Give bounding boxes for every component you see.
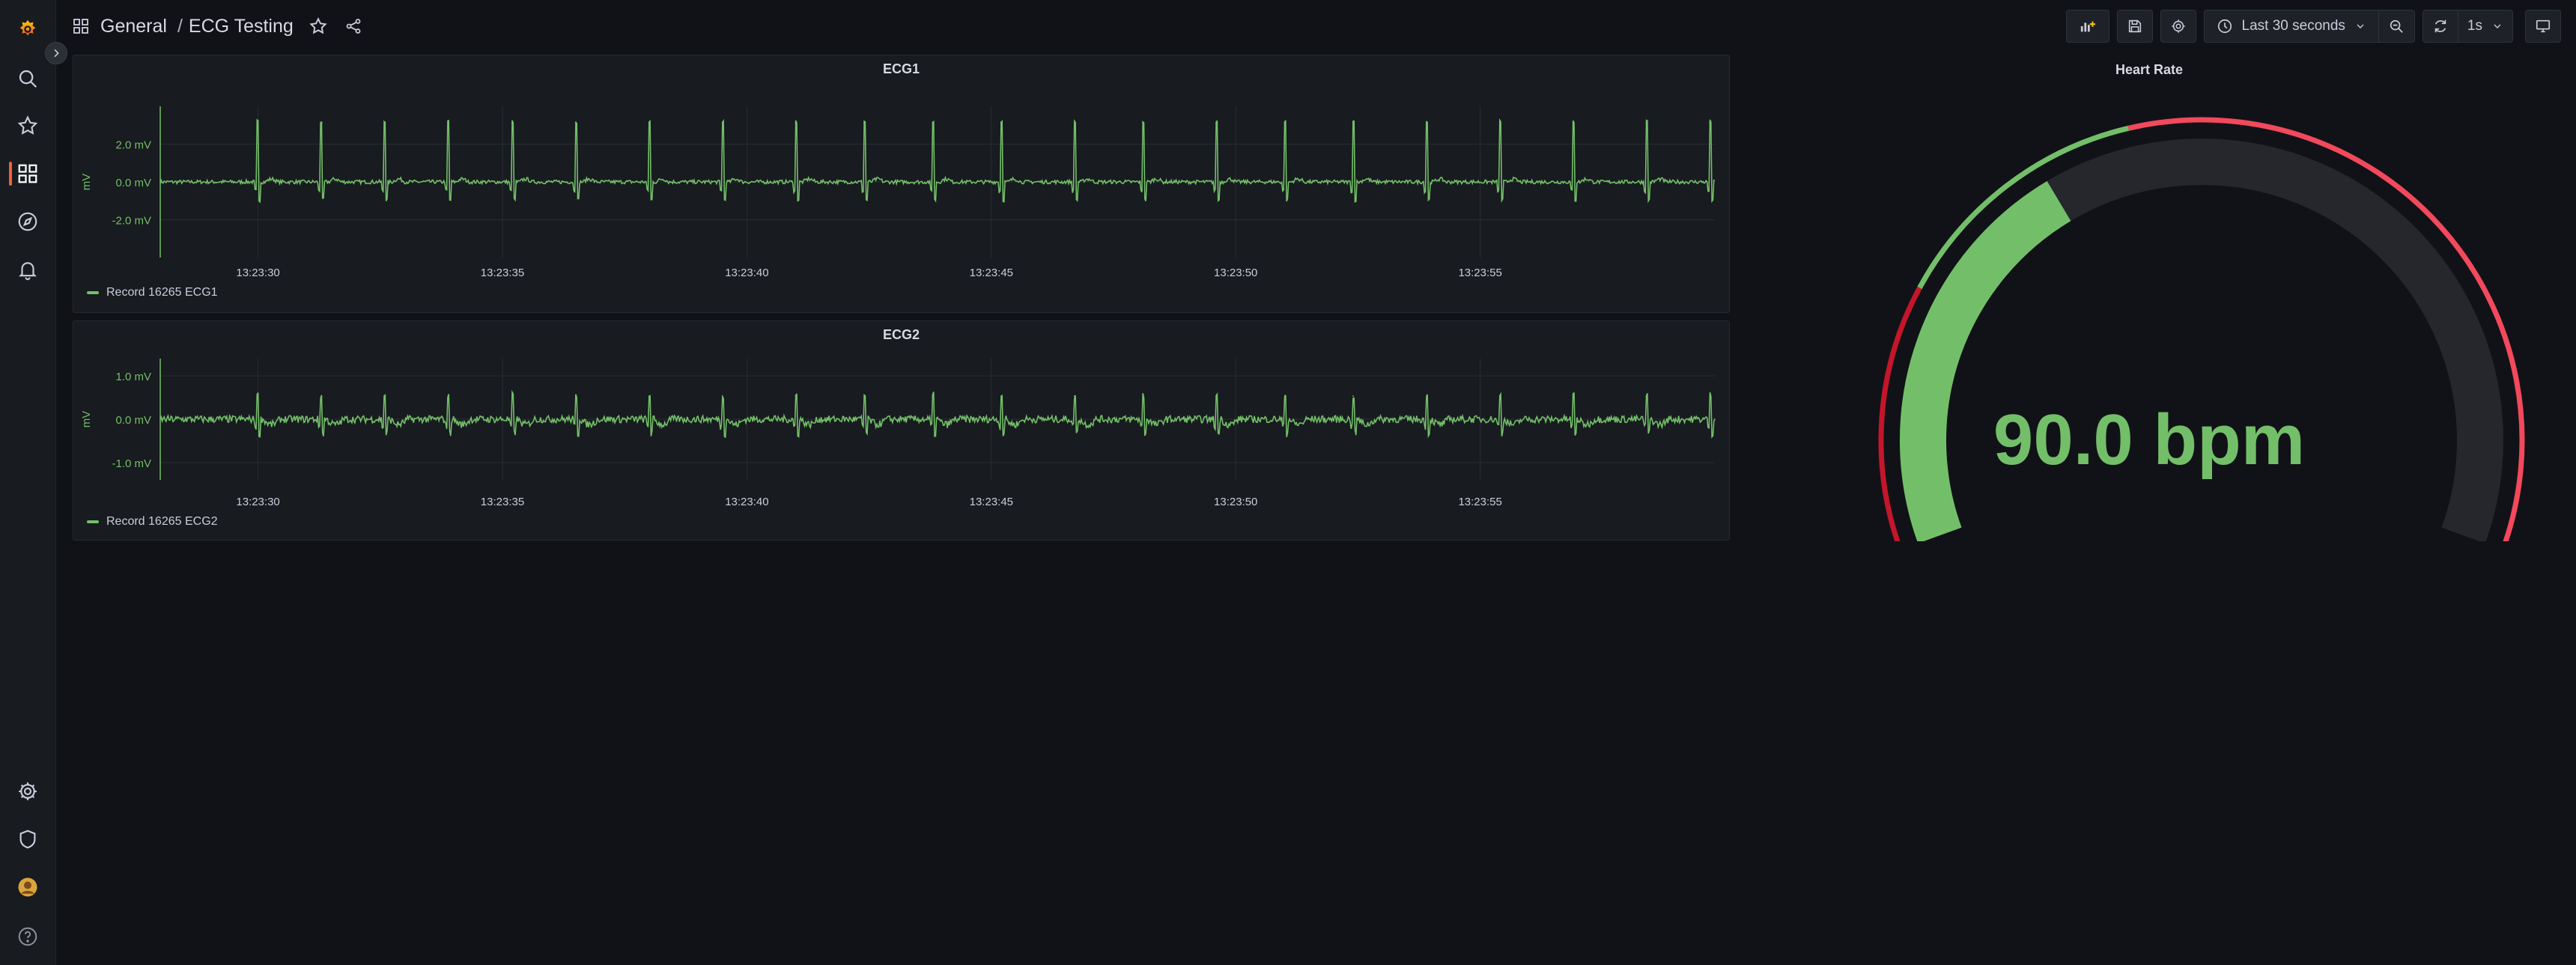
- y-axis-label: mV: [80, 174, 93, 191]
- x-tick-label: 13:23:35: [481, 267, 524, 279]
- dashboards-icon: [73, 19, 88, 34]
- x-tick-label: 13:23:35: [481, 496, 524, 508]
- legend-label: Record 16265 ECG1: [106, 286, 218, 299]
- x-tick-label: 13:23:45: [970, 267, 1013, 279]
- y-tick-label: 2.0 mV: [115, 139, 151, 152]
- legend-item[interactable]: Record 16265 ECG1: [87, 286, 218, 299]
- dashboard-settings-button[interactable]: [2160, 10, 2196, 43]
- ecg1-chart: 2.0 mV 0.0 mV -2.0 mV mV 13:23:30 13:23:35 13:…: [80, 106, 1716, 279]
- refresh-interval-label: 1s: [2467, 18, 2482, 34]
- save-dashboard-button[interactable]: [2116, 10, 2153, 43]
- ecg-series-line: [160, 389, 1716, 439]
- ecg1-panel[interactable]: ECG1 2.0 mV 0.0 mV -2.0 mV mV 13:23:30 13:23:…: [73, 55, 1730, 313]
- share-icon[interactable]: [344, 17, 362, 35]
- save-icon: [2128, 19, 2141, 33]
- time-range-group: Last 30 seconds: [2203, 10, 2415, 43]
- y-tick-label: -2.0 mV: [112, 215, 151, 228]
- ecg-series-line: [160, 118, 1716, 204]
- heart-rate-panel[interactable]: Heart Rate 90.0 bpm: [1737, 55, 2561, 541]
- y-tick-label: 1.0 mV: [115, 371, 151, 383]
- x-tick-label: 13:23:40: [725, 496, 768, 508]
- y-tick-label: -1.0 mV: [112, 457, 151, 470]
- x-tick-label: 13:23:30: [236, 496, 279, 508]
- refresh-icon: [2434, 19, 2446, 33]
- legend-item[interactable]: Record 16265 ECG2: [87, 515, 218, 529]
- sidebar-expand-button[interactable]: [45, 42, 67, 64]
- x-tick-label: 13:23:50: [1214, 267, 1257, 279]
- x-tick-label: 13:23:55: [1458, 496, 1501, 508]
- breadcrumb-folder[interactable]: General: [100, 16, 167, 37]
- star-icon[interactable]: [10, 108, 46, 144]
- legend-swatch: [87, 291, 99, 294]
- dashboards-icon[interactable]: [10, 156, 46, 192]
- add-panel-icon: [2080, 21, 2095, 32]
- shield-icon[interactable]: [10, 821, 46, 857]
- star-icon[interactable]: [309, 16, 328, 36]
- chevron-down-icon: [2357, 24, 2364, 28]
- y-axis-label: mV: [80, 411, 93, 428]
- x-tick-label: 13:23:30: [236, 267, 279, 279]
- chevron-right-icon: [54, 49, 59, 58]
- gauge-value: 90.0 bpm: [1993, 400, 2306, 480]
- avatar[interactable]: [10, 869, 46, 905]
- ecg2-panel[interactable]: ECG2 1.0 mV 0.0 mV -1.0 mV mV 13:23:30 13:23:…: [73, 320, 1730, 541]
- clock-icon: [2217, 19, 2232, 34]
- grafana-logo-icon[interactable]: [10, 11, 46, 47]
- legend-label: Record 16265 ECG2: [106, 515, 218, 528]
- explore-icon[interactable]: [10, 204, 46, 240]
- refresh-button[interactable]: [2422, 10, 2458, 43]
- add-panel-button[interactable]: [2065, 10, 2109, 43]
- x-tick-label: 13:23:45: [970, 496, 1013, 508]
- y-tick-label: 0.0 mV: [115, 414, 151, 427]
- top-bar: General / ECG Testing Last 30 seconds 1s: [55, 0, 2576, 52]
- ecg2-chart: 1.0 mV 0.0 mV -1.0 mV mV 13:23:30 13:23:35 13:…: [80, 359, 1716, 508]
- time-range-picker[interactable]: Last 30 seconds: [2203, 10, 2379, 43]
- help-icon[interactable]: [10, 919, 46, 955]
- dashboard-toolbar: Last 30 seconds 1s: [2065, 10, 2561, 43]
- gear-icon: [2171, 19, 2185, 33]
- sidebar: [0, 0, 56, 965]
- chevron-down-icon: [2494, 24, 2501, 28]
- x-tick-label: 13:23:55: [1458, 267, 1501, 279]
- x-tick-label: 13:23:50: [1214, 496, 1257, 508]
- breadcrumb: General / ECG Testing: [72, 12, 362, 40]
- breadcrumb-separator: /: [177, 15, 183, 37]
- refresh-group: 1s: [2422, 10, 2513, 43]
- refresh-interval-picker[interactable]: 1s: [2458, 10, 2513, 43]
- monitor-icon: [2536, 19, 2551, 33]
- y-tick-label: 0.0 mV: [115, 177, 151, 189]
- time-range-label: Last 30 seconds: [2241, 18, 2345, 34]
- legend-swatch: [87, 520, 99, 523]
- zoom-out-icon: [2390, 19, 2404, 33]
- zoom-out-button[interactable]: [2378, 10, 2415, 43]
- x-tick-label: 13:23:40: [725, 267, 768, 279]
- dashboard-title[interactable]: ECG Testing: [189, 16, 294, 37]
- gear-icon[interactable]: [10, 773, 46, 809]
- bell-icon[interactable]: [10, 252, 46, 287]
- tv-mode-button[interactable]: [2525, 10, 2561, 43]
- search-icon[interactable]: [10, 61, 46, 97]
